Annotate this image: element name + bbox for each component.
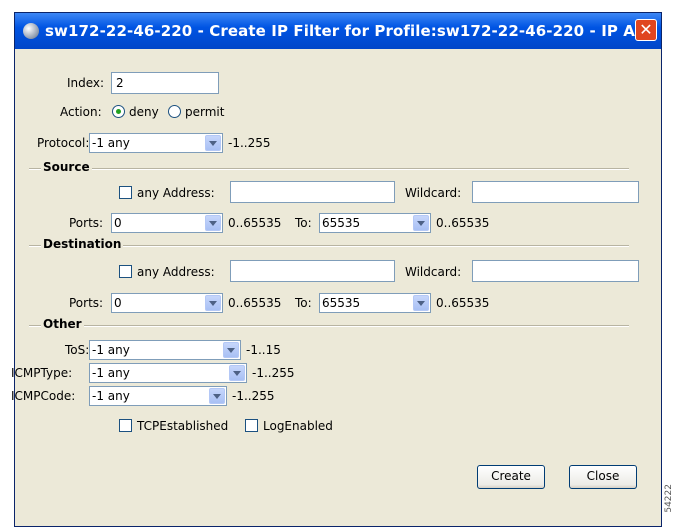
destination-port-from-select[interactable]: 0 bbox=[111, 293, 223, 313]
destination-wildcard-label: Wildcard: bbox=[405, 265, 462, 279]
chevron-down-icon bbox=[413, 215, 429, 231]
icmp-type-label: ICMPType: bbox=[11, 366, 73, 380]
source-divider bbox=[29, 168, 629, 170]
source-ports-label: Ports: bbox=[69, 216, 104, 230]
icmp-type-select[interactable]: -1 any bbox=[89, 363, 247, 383]
chevron-down-icon bbox=[205, 215, 221, 231]
window-title: sw172-22-46-220 - Create IP Filter for P… bbox=[45, 22, 653, 40]
chevron-down-icon bbox=[229, 365, 245, 381]
source-wildcard-input[interactable] bbox=[472, 181, 639, 203]
source-address-input[interactable] bbox=[230, 181, 395, 203]
chevron-down-icon bbox=[205, 295, 221, 311]
source-port-from-value: 0 bbox=[114, 216, 122, 230]
protocol-value: -1 any bbox=[92, 136, 130, 150]
icmp-code-range: -1..255 bbox=[232, 389, 275, 403]
destination-port-to-range: 0..65535 bbox=[436, 296, 490, 310]
tos-select[interactable]: -1 any bbox=[89, 340, 241, 360]
destination-port-to-value: 65535 bbox=[322, 296, 361, 310]
app-icon bbox=[23, 23, 39, 39]
window-close-button[interactable]: ✕ bbox=[635, 19, 657, 41]
figure-id-label: 54222 bbox=[664, 484, 674, 513]
action-permit-radio[interactable] bbox=[168, 105, 181, 118]
destination-port-to-select[interactable]: 65535 bbox=[319, 293, 431, 313]
tos-label: ToS: bbox=[65, 343, 90, 357]
icmp-type-value: -1 any bbox=[92, 366, 130, 380]
tos-range: -1..15 bbox=[246, 343, 281, 357]
index-input[interactable]: 2 bbox=[111, 72, 219, 94]
source-group-title: Source bbox=[41, 160, 92, 174]
create-ip-filter-dialog: sw172-22-46-220 - Create IP Filter for P… bbox=[11, 12, 662, 527]
destination-address-input[interactable] bbox=[230, 260, 395, 282]
close-icon: ✕ bbox=[639, 20, 653, 39]
source-port-from-select[interactable]: 0 bbox=[111, 213, 223, 233]
icmp-code-label: ICMPCode: bbox=[11, 389, 76, 403]
source-port-to-select[interactable]: 65535 bbox=[319, 213, 431, 233]
destination-any-address-checkbox[interactable] bbox=[119, 265, 132, 278]
action-deny-label: deny bbox=[129, 105, 159, 119]
index-label: Index: bbox=[67, 76, 105, 90]
other-divider bbox=[29, 325, 629, 327]
destination-to-label: To: bbox=[295, 296, 312, 310]
chevron-down-icon bbox=[413, 295, 429, 311]
action-permit-label: permit bbox=[185, 105, 225, 119]
destination-ports-label: Ports: bbox=[69, 296, 104, 310]
source-any-address-checkbox[interactable] bbox=[119, 186, 132, 199]
protocol-label: Protocol: bbox=[37, 136, 90, 150]
tcp-established-checkbox[interactable] bbox=[119, 419, 132, 432]
action-deny-radio[interactable] bbox=[112, 105, 125, 118]
source-any-address-label: any Address: bbox=[137, 186, 215, 200]
icmp-code-select[interactable]: -1 any bbox=[89, 386, 227, 406]
tcp-established-label: TCPEstablished bbox=[137, 419, 229, 433]
destination-port-from-range: 0..65535 bbox=[228, 296, 282, 310]
log-enabled-checkbox[interactable] bbox=[245, 419, 258, 432]
source-wildcard-label: Wildcard: bbox=[405, 186, 462, 200]
source-port-from-range: 0..65535 bbox=[228, 216, 282, 230]
action-label: Action: bbox=[60, 105, 102, 119]
close-button[interactable]: Close bbox=[569, 465, 637, 489]
destination-any-address-label: any Address: bbox=[137, 265, 215, 279]
destination-port-from-value: 0 bbox=[114, 296, 122, 310]
other-group-title: Other bbox=[41, 317, 84, 331]
title-bar[interactable]: sw172-22-46-220 - Create IP Filter for P… bbox=[15, 13, 661, 49]
log-enabled-label: LogEnabled bbox=[263, 419, 333, 433]
protocol-range: -1..255 bbox=[228, 136, 271, 150]
chevron-down-icon bbox=[223, 342, 239, 358]
icmp-code-value: -1 any bbox=[92, 389, 130, 403]
chevron-down-icon bbox=[209, 388, 225, 404]
destination-group-title: Destination bbox=[41, 237, 124, 251]
source-to-label: To: bbox=[295, 216, 312, 230]
chevron-down-icon bbox=[205, 135, 221, 151]
protocol-select[interactable]: -1 any bbox=[89, 133, 223, 153]
destination-wildcard-input[interactable] bbox=[472, 260, 639, 282]
source-port-to-value: 65535 bbox=[322, 216, 361, 230]
source-port-to-range: 0..65535 bbox=[436, 216, 490, 230]
icmp-type-range: -1..255 bbox=[252, 366, 295, 380]
create-button[interactable]: Create bbox=[477, 465, 545, 489]
tos-value: -1 any bbox=[92, 343, 130, 357]
